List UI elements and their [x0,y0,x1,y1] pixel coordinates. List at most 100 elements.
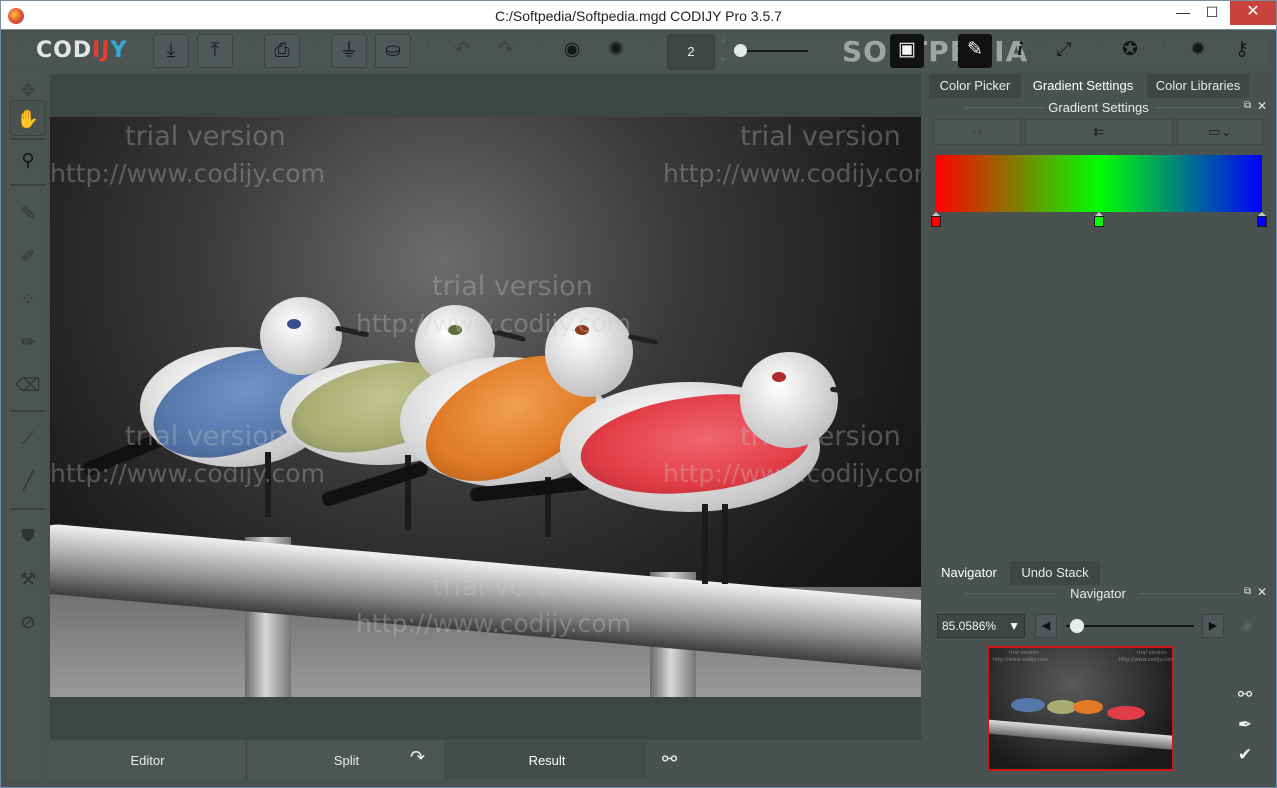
funnel-icon[interactable]: ⏚ [331,34,367,68]
import-icon[interactable]: ⤓ [153,34,189,68]
window-title: C:/Softpedia/Softpedia.mgd CODIJY Pro 3.… [495,8,782,24]
panel-close-icon[interactable]: ✕ [1257,99,1267,113]
preview-mask-icon[interactable]: ✺ [598,34,634,68]
gradient-menu-icon[interactable]: ▭⌄ [1177,119,1263,145]
zoom-slider[interactable] [1066,625,1194,627]
fullscreen-icon[interactable]: ⤢ [1046,34,1082,68]
trial-watermark: trial version [125,421,286,452]
pen-tool-icon[interactable]: ✎ [958,34,992,68]
fill-tool-icon[interactable]: ⛊ [10,518,46,554]
tool-separator [10,508,46,510]
load-gradient-icon[interactable]: ⇇ [1025,119,1173,145]
url-watermark: http://www.codijy.com [50,159,325,188]
gradient-preview[interactable] [936,155,1262,212]
logo-text-i: I [92,38,102,63]
undock-icon[interactable]: ⧉ [1244,100,1251,111]
link-search-icon[interactable]: ⚯ [662,749,677,770]
brush-tool-icon[interactable]: ✎ [10,195,46,231]
url-watermark: http://www.codijy.com [356,609,631,638]
undock-icon[interactable]: ⧉ [1244,586,1251,597]
zoom-out-icon[interactable]: ◀ [1035,614,1057,638]
undo-icon[interactable]: ↶ [444,34,480,68]
tab-result[interactable]: Result [447,742,647,778]
stroke-tool-icon[interactable]: ╱ [10,463,46,499]
pen-icon[interactable]: ✒ [1230,711,1260,739]
checkmark-icon[interactable]: ✔ [1230,741,1260,769]
zoom-in-icon[interactable]: ▶ [1202,614,1224,638]
navigator-title: Navigator [1070,586,1126,601]
trial-watermark: trial version [432,571,593,602]
thumb-bird-red [1107,706,1145,720]
marker-tool-icon[interactable]: ✐ [10,238,46,274]
thumb-trial-watermark: trial version [1137,650,1167,656]
pencil-tool-icon[interactable]: ✏ [10,324,46,360]
tool-separator [10,410,46,412]
panel-divider [965,593,1055,594]
thumb-railing [989,719,1172,751]
codijy-logo: CODIJY [36,38,127,63]
fill-bucket-icon[interactable]: ⛀ [375,34,411,68]
panel-divider [1140,593,1240,594]
stamp-tool-icon[interactable]: ⚒ [10,561,46,597]
photo-canvas[interactable]: trial version http://www.codijy.com tria… [50,117,921,697]
zoom-dropdown[interactable]: 85.0586% ▼ [937,614,1025,638]
panel-divider [1155,107,1240,108]
zoom-value: 85.0586% [942,619,997,633]
trial-watermark: trial version [740,121,901,152]
title-bar: C:/Softpedia/Softpedia.mgd CODIJY Pro 3.… [0,0,1277,30]
print-icon[interactable]: ⎙ [264,34,300,68]
toolbar-grip-icon: ⁝ [315,41,319,52]
tab-navigator[interactable]: Navigator [931,561,1007,585]
gradient-stop-red[interactable] [931,212,941,228]
export-icon[interactable]: ⤒ [197,34,233,68]
spin-down-icon[interactable]: ▼ [717,55,729,67]
tool-box-icon[interactable]: ▣ [890,34,924,68]
favorite-star-icon[interactable]: ✪ [1112,34,1148,68]
logo-text-cod: COD [36,38,93,63]
toolbar-grip-icon[interactable]: ⁝ [14,42,22,60]
thumb-bird-blue [1011,698,1045,712]
tab-undo-stack[interactable]: Undo Stack [1010,561,1100,585]
info-icon[interactable]: i [1002,34,1038,68]
link-search-icon[interactable]: ⚯ [1230,681,1260,709]
brush-size-slider-handle[interactable] [734,44,747,57]
tab-color-libraries[interactable]: Color Libraries [1147,74,1249,98]
tool-separator [10,138,46,140]
url-watermark: http://www.codijy.com [663,159,921,188]
hand-tool-icon[interactable]: ✋ [10,100,46,136]
maximize-button[interactable]: ☐ [1197,1,1227,25]
navigator-eye-icon[interactable]: ◉ [1236,614,1258,638]
trial-watermark: trial version [125,121,286,152]
gradient-stop-blue[interactable] [1257,212,1267,228]
swap-view-icon[interactable]: ↷ [410,747,425,768]
gradient-stop-green[interactable] [1094,212,1104,228]
trial-watermark: trial version [432,271,593,302]
zoom-tool-icon[interactable]: ⚲ [10,142,46,178]
eyedropper-tool-icon[interactable]: ⊘ [10,604,46,640]
navigator-thumbnail[interactable]: trial version http://www.codijy.com tria… [987,646,1174,771]
tab-editor[interactable]: Editor [49,742,247,778]
tab-gradient-settings[interactable]: Gradient Settings [1021,74,1145,98]
redo-icon[interactable]: ↷ [488,34,524,68]
panel-close-icon[interactable]: ✕ [1257,585,1267,599]
spin-up-icon[interactable]: ▲ [717,35,729,47]
gradient-settings-title: Gradient Settings [1048,100,1149,115]
close-button[interactable]: ✕ [1230,1,1276,25]
toolbar-grip-icon: ⁝ [248,41,252,52]
zoom-slider-handle[interactable] [1070,619,1084,633]
eye-icon[interactable]: ◉ [554,34,590,68]
url-watermark: http://www.codijy.com [50,459,325,488]
url-watermark: http://www.codijy.com [663,459,921,488]
brush-size-input[interactable]: 2 [667,34,715,70]
apply-gradient-icon[interactable]: ⇢ [933,119,1021,145]
brush-size-slider[interactable] [740,50,808,52]
eraser-tool-icon[interactable]: ⌫ [10,367,46,403]
spray-tool-icon[interactable]: ⁘ [10,281,46,317]
bug-report-icon[interactable]: ✹ [1180,34,1216,68]
key-icon[interactable]: ⚷ [1224,34,1260,68]
minimize-button[interactable]: — [1168,1,1198,25]
toolbar-grip-icon: ⁝ [426,41,430,52]
line-tool-icon[interactable]: ⟋ [10,420,46,456]
toolbar-grip-icon: ⁝ [1096,41,1100,52]
tab-color-picker[interactable]: Color Picker [929,74,1021,98]
